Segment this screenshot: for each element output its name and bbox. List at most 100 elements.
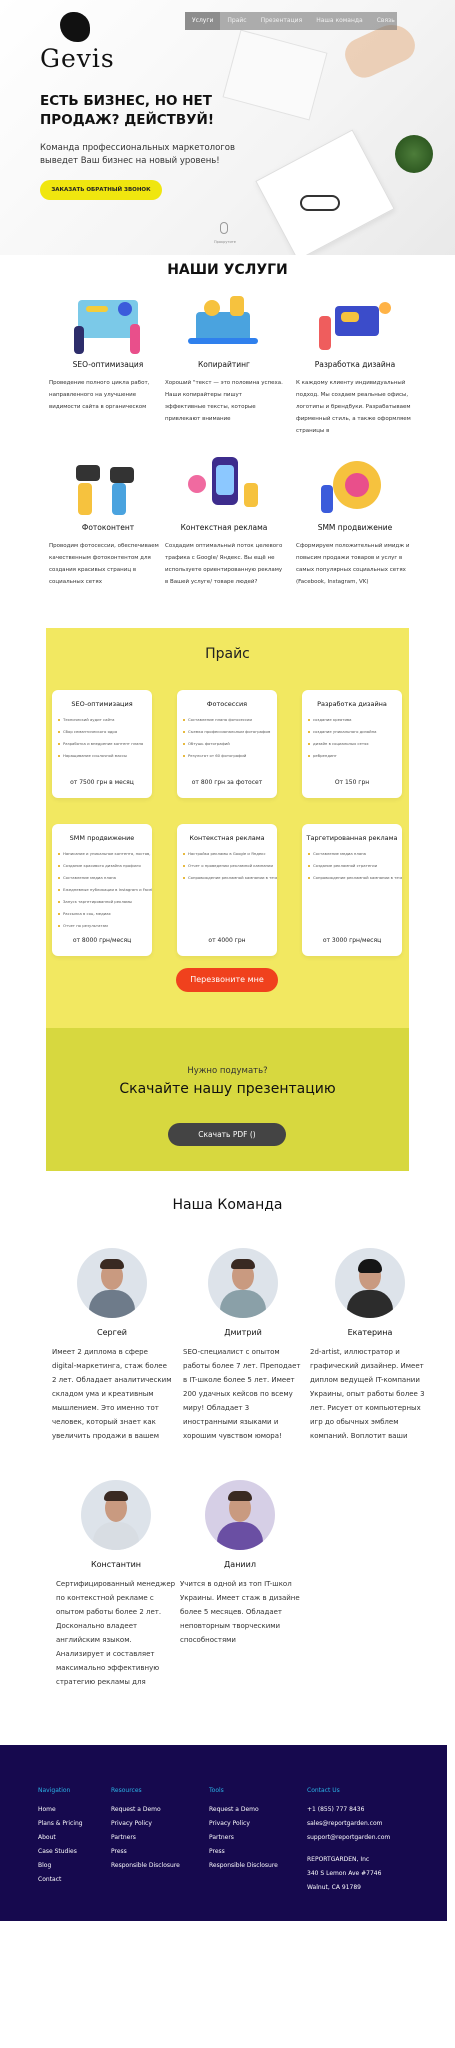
footer-link[interactable]: Press: [111, 1845, 180, 1859]
price-value: От 150 грн: [334, 779, 370, 786]
footer-link[interactable]: Responsible Disclosure: [111, 1859, 180, 1873]
hero-subtitle: Команда профессиональных маркетологов вы…: [40, 143, 235, 166]
seo-illustration-icon: [68, 292, 148, 354]
footer-column-tools: Tools Request a Demo Privacy Policy Part…: [209, 1787, 278, 1873]
member-desc: 2d-artist, иллюстратор и графический диз…: [310, 1348, 425, 1440]
footer-email[interactable]: support@reportgarden.com: [307, 1831, 390, 1845]
member-desc: Имеет 2 диплома в сфере digital-маркетин…: [52, 1348, 172, 1440]
price-card-targeted-ads: Таргетированная реклама Составление меди…: [302, 824, 402, 956]
callback-button[interactable]: ЗАКАЗАТЬ ОБРАТНЫЙ ЗВОНОК: [40, 180, 162, 200]
scroll-label: Прокрутите: [214, 240, 236, 244]
design-illustration-icon: [315, 292, 395, 354]
mouse-scroll-icon[interactable]: [220, 222, 228, 234]
price-feature: Рассылка в соц. медиах: [58, 908, 152, 920]
copywriting-illustration-icon: [184, 292, 264, 354]
top-nav: Услуги Прайс Презентация Наша команда Св…: [185, 12, 397, 30]
pricing-section: Прайс SEO-оптимизация Технический аудит …: [46, 628, 409, 1028]
avatar: [81, 1480, 151, 1550]
nav-item-presentation[interactable]: Презентация: [254, 12, 310, 30]
footer-address: 340 S Lemon Ave #7746: [307, 1870, 382, 1877]
member-desc: SEO-специалист с опытом работы более 7 л…: [183, 1348, 301, 1440]
hero-decor-notebook: [255, 129, 395, 255]
team-member-sergey: Сергей Имеет 2 диплома в сфере digital-м…: [52, 1248, 172, 1443]
footer-link[interactable]: Request a Demo: [209, 1803, 278, 1817]
price-value: от 800 грн за фотосет: [191, 779, 263, 786]
footer-link[interactable]: Case Studies: [38, 1845, 83, 1859]
avatar: [208, 1248, 278, 1318]
price-feature: Наращивание ссылочной массы: [58, 750, 152, 762]
price-feature: Составление медиа плана: [58, 872, 152, 884]
price-feature: Составление плана фотосессии: [183, 714, 277, 726]
avatar: [205, 1480, 275, 1550]
service-desc: Хороший "текст — это половина успеха. На…: [165, 380, 283, 422]
logo[interactable]: Gevis: [40, 12, 114, 73]
service-desc: Сформируем положительный имидж и повысим…: [296, 543, 410, 585]
price-feature: дизайн в социальных сетях: [308, 738, 402, 750]
team-member-daniil: Даниил Учится в одной из топ IT-школ Укр…: [180, 1480, 300, 1647]
footer-link[interactable]: Plans & Pricing: [38, 1817, 83, 1831]
service-card-seo: SEO-оптимизация Проведение полного цикла…: [49, 292, 167, 413]
price-value: от 3000 грн/месяц: [322, 937, 382, 944]
price-feature: Ежедневные публикации в Instagram и Face…: [58, 884, 152, 896]
nav-item-team[interactable]: Наша команда: [309, 12, 370, 30]
footer-link[interactable]: Contact: [38, 1873, 83, 1887]
footer-heading: Navigation: [38, 1787, 71, 1794]
nav-item-services[interactable]: Услуги: [185, 12, 221, 30]
team-member-dmitry: Дмитрий SEO-специалист с опытом работы б…: [183, 1248, 303, 1443]
price-value: от 7500 грн в месяц: [70, 779, 134, 786]
nav-item-contact[interactable]: Связь: [370, 12, 402, 30]
price-feature: ребрендинг: [308, 750, 402, 762]
service-desc: Проведение полного цикла работ, направле…: [49, 380, 150, 410]
price-feature: Сопровождение рекламной кампании в течен…: [183, 872, 277, 884]
footer-link[interactable]: Privacy Policy: [209, 1817, 278, 1831]
footer-link[interactable]: Press: [209, 1845, 278, 1859]
photo-illustration-icon: [68, 455, 148, 517]
team-member-ekaterina: Екатерина 2d-artist, иллюстратор и графи…: [310, 1248, 430, 1443]
nav-item-price[interactable]: Прайс: [220, 12, 253, 30]
footer-heading: Contact Us: [307, 1787, 340, 1794]
footer-link[interactable]: Partners: [209, 1831, 278, 1845]
avatar: [335, 1248, 405, 1318]
price-card-title: SMM продвижение: [69, 834, 135, 842]
avatar: [77, 1248, 147, 1318]
service-name: Копирайтинг: [197, 360, 250, 369]
pricing-title: Прайс: [205, 646, 250, 662]
price-card-title: Фотосессия: [206, 700, 248, 708]
hero-title: ЕСТЬ БИЗНЕС, НО НЕТ ПРОДАЖ? ДЕЙСТВУЙ!: [40, 93, 215, 128]
footer-link[interactable]: Responsible Disclosure: [209, 1859, 278, 1873]
footer-column-navigation: Navigation Home Plans & Pricing About Ca…: [38, 1787, 83, 1887]
member-name: Дмитрий: [224, 1328, 262, 1337]
price-feature: Отчет о проведении рекламной кампании: [183, 860, 277, 872]
price-card-title: Контекстная реклама: [189, 834, 265, 842]
service-desc: Создадим оптимальный поток целевого траф…: [165, 543, 283, 585]
price-feature: Отчет по результатам: [58, 920, 152, 932]
service-card-design: Разработка дизайна К каждому клиенту инд…: [296, 292, 414, 437]
price-feature: создание уникального дизайна: [308, 726, 402, 738]
member-desc: Учится в одной из топ IT-школ Украины. И…: [180, 1580, 300, 1644]
footer-heading: Tools: [209, 1787, 224, 1794]
download-pdf-button[interactable]: Скачать PDF (): [168, 1123, 286, 1146]
price-feature: Запуск таргетированной рекламы: [58, 896, 152, 908]
footer-link[interactable]: Privacy Policy: [111, 1817, 180, 1831]
footer-email[interactable]: sales@reportgarden.com: [307, 1817, 390, 1831]
footer-link[interactable]: Blog: [38, 1859, 83, 1873]
footer-column-resources: Resources Request a Demo Privacy Policy …: [111, 1787, 180, 1873]
member-desc: Сертифицированный менеджер по контекстно…: [56, 1580, 176, 1686]
footer-link[interactable]: Partners: [111, 1831, 180, 1845]
call-me-button[interactable]: Перезвоните мне: [176, 968, 278, 992]
footer-link[interactable]: Request a Demo: [111, 1803, 180, 1817]
footer-link[interactable]: About: [38, 1831, 83, 1845]
footer-phone[interactable]: +1 (855) 777 8436: [307, 1803, 390, 1817]
price-card-title: SEO-оптимизация: [71, 700, 133, 708]
price-card-smm: SMM продвижение Написание и уникальное к…: [52, 824, 152, 956]
price-feature: Сбор семантического ядра: [58, 726, 152, 738]
price-feature: Создание красивого дизайна профиля: [58, 860, 152, 872]
price-feature: Обтушь фотографий: [183, 738, 277, 750]
price-feature: Создание рекламной стратегии: [308, 860, 402, 872]
price-card-title: Таргетированная реклама: [306, 834, 398, 842]
price-feature: Настройка рекламы в Google и Яндекс: [183, 848, 277, 860]
member-name: Константин: [90, 1560, 142, 1569]
price-value: от 8000 грн/месяц: [72, 937, 132, 944]
footer-heading: Resources: [111, 1787, 142, 1794]
footer-link[interactable]: Home: [38, 1803, 83, 1817]
